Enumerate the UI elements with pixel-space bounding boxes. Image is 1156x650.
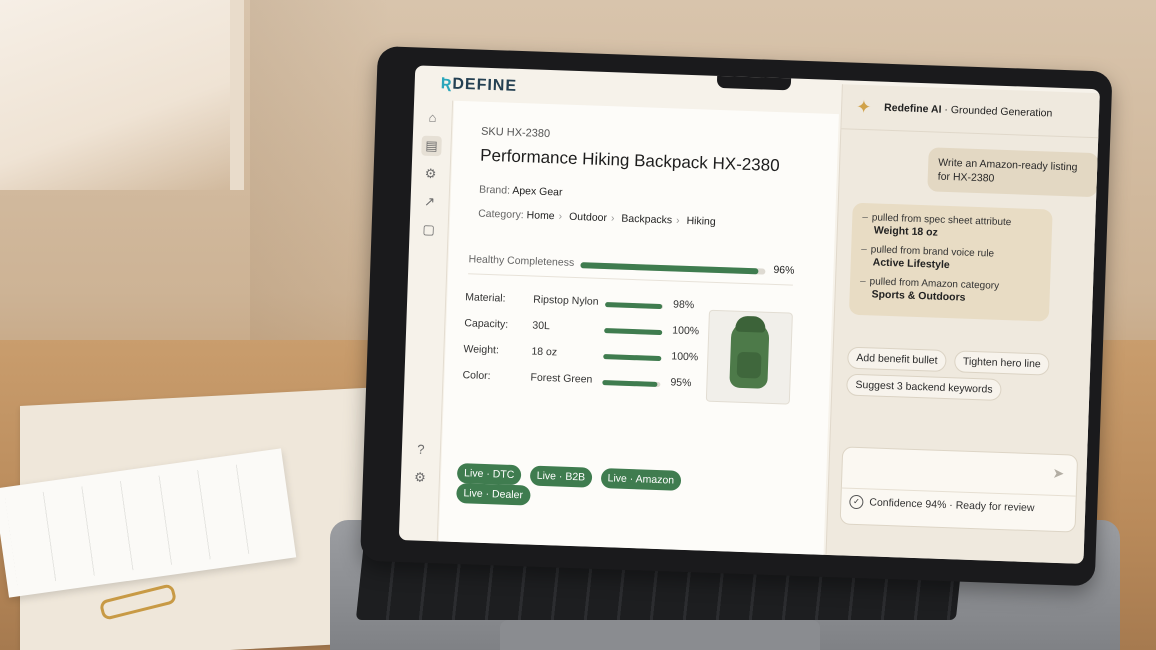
- attribute-percent: 95%: [670, 376, 692, 390]
- ai-title-mode: · Grounded Generation: [941, 103, 1053, 120]
- breadcrumb: Category: Home › Outdoor › Backpacks › Hiki…: [478, 208, 716, 228]
- attribute-value: Ripstop Nylon: [533, 293, 599, 308]
- ai-title-name: Redefine AI: [883, 101, 942, 116]
- source-value: Weight 18 oz: [873, 224, 939, 239]
- attribute-value: Forest Green: [530, 371, 593, 386]
- channel-badge-dtc[interactable]: Live · DTC: [456, 463, 522, 486]
- attribute-row-color: Color: Forest Green 95%: [462, 367, 694, 393]
- photo-scene: ƦDEFINE ⌂ ▤ ⚙ ↗ ▢ ? ⚙ SKU HX-2380 Perfor…: [0, 0, 1156, 650]
- attribute-row-capacity: Capacity: 30L 100%: [464, 315, 700, 341]
- source-value: Sports & Outdoors: [871, 288, 966, 304]
- dash-icon: –: [861, 243, 867, 256]
- completeness-row: Healthy Completeness 96%: [468, 251, 795, 286]
- attribute-label: Weight:: [463, 343, 500, 357]
- attribute-label: Capacity:: [464, 317, 509, 331]
- page-title: Performance Hiking Backpack HX-2380: [479, 145, 780, 176]
- chip-suggest-keywords[interactable]: Suggest 3 backend keywords: [846, 373, 1002, 401]
- completeness-bar: [580, 262, 766, 275]
- breadcrumb-outdoor[interactable]: Outdoor: [569, 211, 607, 224]
- source-value: Active Lifestyle: [872, 256, 950, 272]
- suggestion-chips: Add benefit bullet Tighten hero line Sug…: [846, 346, 1083, 409]
- breadcrumb-home[interactable]: Home: [526, 209, 554, 222]
- attribute-fill: [603, 354, 662, 362]
- attribute-value: 30L: [532, 319, 551, 333]
- trend-icon[interactable]: ↗: [419, 192, 440, 213]
- channel-badge-b2b[interactable]: Live · B2B: [529, 465, 593, 488]
- chevron-right-icon: ›: [675, 214, 680, 227]
- user-message: Write an Amazon-ready listing for HX-238…: [927, 147, 1099, 198]
- breadcrumb-backpacks[interactable]: Backpacks: [621, 213, 672, 227]
- ai-response: – pulled from spec sheet attribute Weight…: [848, 202, 1053, 322]
- attribute-row-material: Material: Ripstop Nylon 98%: [465, 289, 697, 315]
- laptop-trackpad: [500, 620, 820, 650]
- ai-header: ✦ Redefine AI · Grounded Generation: [841, 84, 1100, 139]
- brand-value: Apex Gear: [512, 184, 563, 199]
- sparkle-icon: ✦: [855, 96, 872, 118]
- attribute-percent: 100%: [672, 324, 700, 338]
- product-panel: SKU HX-2380 Performance Hiking Backpack …: [438, 100, 839, 555]
- source-item: – pulled from spec sheet attribute Weight…: [862, 211, 1043, 243]
- chip-add-benefit-bullet[interactable]: Add benefit bullet: [847, 346, 947, 373]
- attribute-value: 18 oz: [531, 345, 558, 359]
- attribute-percent: 98%: [672, 298, 695, 312]
- settings-icon[interactable]: ⚙: [410, 467, 431, 488]
- file-icon[interactable]: ▢: [418, 220, 439, 241]
- attribute-bar: [604, 328, 663, 336]
- chip-tighten-hero-line[interactable]: Tighten hero line: [953, 350, 1051, 376]
- gear-icon[interactable]: ⚙: [420, 164, 441, 185]
- attribute-fill: [604, 328, 663, 336]
- attribute-bar: [602, 380, 661, 388]
- dash-icon: –: [862, 212, 869, 224]
- attribute-bar: [605, 302, 664, 310]
- completeness-label: Healthy Completeness: [468, 253, 575, 269]
- dash-icon: –: [859, 275, 866, 288]
- source-item: – pulled from brand voice rule Active Lif…: [861, 243, 1042, 275]
- laptop-screen: ƦDEFINE ⌂ ▤ ⚙ ↗ ▢ ? ⚙ SKU HX-2380 Perfor…: [398, 65, 1100, 564]
- send-icon[interactable]: ➤: [1052, 465, 1064, 482]
- source-item: – pulled from Amazon category Sports & Ou…: [859, 275, 1040, 307]
- ai-assistant-panel: ✦ Redefine AI · Grounded Generation Writ…: [825, 84, 1100, 564]
- home-icon[interactable]: ⌂: [422, 108, 443, 129]
- attribute-fill: [605, 302, 662, 310]
- camera-notch: [716, 75, 792, 91]
- attribute-percent: 100%: [671, 350, 699, 364]
- backpack-pocket: [736, 351, 762, 379]
- logo-text: DEFINE: [452, 75, 518, 95]
- attribute-row-weight: Weight: 18 oz 100%: [463, 341, 699, 367]
- chevron-right-icon: ›: [558, 210, 563, 223]
- logo-mark: Ʀ: [440, 75, 453, 93]
- attribute-label: Material:: [465, 291, 506, 305]
- product-image[interactable]: [705, 309, 793, 405]
- check-circle-icon: ✓: [849, 494, 864, 510]
- channel-badges: Live · DTC Live · B2B Live · Amazon Live…: [456, 463, 758, 506]
- sku-label: SKU HX-2380: [480, 125, 551, 141]
- attribute-bar: [603, 354, 662, 362]
- document-icon[interactable]: ▤: [421, 135, 442, 157]
- category-label: Category:: [478, 207, 524, 222]
- confidence-status: Confidence 94% · Ready for review: [869, 496, 1035, 515]
- laptop-lid: ƦDEFINE ⌂ ▤ ⚙ ↗ ▢ ? ⚙ SKU HX-2380 Perfor…: [360, 46, 1113, 587]
- brand-label: Brand:: [478, 183, 511, 197]
- ai-title: Redefine AI · Grounded Generation: [884, 102, 1053, 120]
- completeness-value: 96%: [773, 263, 795, 277]
- app-logo[interactable]: ƦDEFINE: [440, 75, 517, 96]
- window-light: [0, 0, 244, 190]
- backpack-lid: [735, 315, 766, 333]
- help-icon[interactable]: ?: [411, 439, 432, 460]
- attribute-fill: [602, 380, 658, 387]
- brand-line: Brand: Apex Gear: [479, 184, 563, 199]
- channel-badge-dealer[interactable]: Live · Dealer: [456, 483, 531, 506]
- breadcrumb-hiking[interactable]: Hiking: [686, 215, 716, 228]
- completeness-fill: [580, 262, 759, 275]
- chevron-right-icon: ›: [610, 212, 615, 225]
- composer-divider: [841, 487, 1076, 497]
- attribute-label: Color:: [462, 369, 491, 383]
- message-input[interactable]: [850, 453, 1045, 489]
- channel-badge-amazon[interactable]: Live · Amazon: [600, 468, 682, 491]
- message-composer: ➤ ✓ Confidence 94% · Ready for review: [839, 446, 1079, 533]
